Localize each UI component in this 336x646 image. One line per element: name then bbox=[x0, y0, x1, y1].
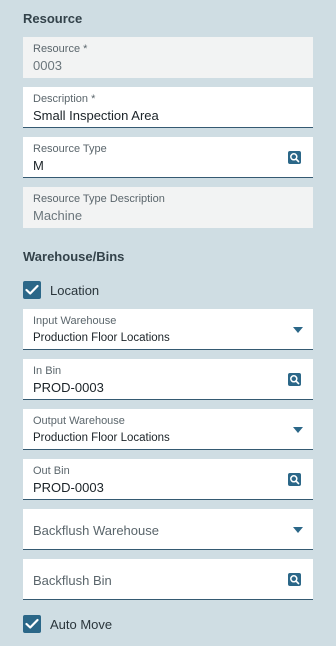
output-warehouse-label: Output Warehouse bbox=[33, 415, 125, 427]
backflush-bin-placeholder: Backflush Bin bbox=[33, 573, 112, 588]
auto-move-checkbox-label: Auto Move bbox=[50, 617, 113, 632]
in-bin-field[interactable]: In Bin PROD-0003 bbox=[23, 359, 313, 400]
search-icon[interactable] bbox=[288, 373, 301, 386]
auto-move-checkbox[interactable] bbox=[23, 615, 41, 633]
backflush-warehouse-placeholder: Backflush Warehouse bbox=[33, 523, 159, 538]
description-value[interactable]: Small Inspection Area bbox=[33, 108, 159, 123]
resource-type-value[interactable]: M bbox=[33, 158, 44, 173]
out-bin-label: Out Bin bbox=[33, 465, 70, 477]
chevron-down-icon[interactable] bbox=[293, 527, 303, 533]
description-field[interactable]: Description * Small Inspection Area bbox=[23, 87, 313, 128]
backflush-warehouse-select[interactable]: Backflush Warehouse bbox=[23, 509, 313, 550]
backflush-bin-field[interactable]: Backflush Bin bbox=[23, 559, 313, 600]
resource-label: Resource * bbox=[33, 43, 88, 55]
output-warehouse-select[interactable]: Output Warehouse Production Floor Locati… bbox=[23, 409, 313, 450]
input-warehouse-select[interactable]: Input Warehouse Production Floor Locatio… bbox=[23, 309, 313, 350]
in-bin-label: In Bin bbox=[33, 365, 62, 377]
resource-type-description-value: Machine bbox=[33, 208, 83, 223]
resource-type-description-field: Resource Type Description Machine bbox=[23, 187, 313, 228]
out-bin-value[interactable]: PROD-0003 bbox=[33, 480, 104, 495]
resource-field: Resource * 0003 bbox=[23, 37, 313, 78]
check-icon bbox=[25, 618, 39, 629]
in-bin-value[interactable]: PROD-0003 bbox=[33, 380, 104, 395]
out-bin-field[interactable]: Out Bin PROD-0003 bbox=[23, 459, 313, 500]
resource-type-description-label: Resource Type Description bbox=[33, 193, 165, 205]
chevron-down-icon[interactable] bbox=[293, 427, 303, 433]
search-icon[interactable] bbox=[288, 473, 301, 486]
search-icon[interactable] bbox=[288, 573, 301, 586]
search-icon[interactable] bbox=[288, 151, 301, 164]
check-icon bbox=[25, 284, 39, 295]
location-checkbox-label: Location bbox=[50, 283, 100, 298]
chevron-down-icon[interactable] bbox=[293, 327, 303, 333]
description-label: Description * bbox=[33, 93, 96, 105]
resource-type-field[interactable]: Resource Type M bbox=[23, 137, 313, 178]
output-warehouse-value[interactable]: Production Floor Locations bbox=[33, 432, 170, 444]
resource-section-title: Resource bbox=[23, 11, 83, 26]
input-warehouse-value[interactable]: Production Floor Locations bbox=[33, 332, 170, 344]
resource-value: 0003 bbox=[33, 58, 62, 73]
location-checkbox[interactable] bbox=[23, 281, 41, 299]
warehouse-section-title: Warehouse/Bins bbox=[23, 249, 125, 264]
resource-type-label: Resource Type bbox=[33, 143, 107, 155]
input-warehouse-label: Input Warehouse bbox=[33, 315, 117, 327]
